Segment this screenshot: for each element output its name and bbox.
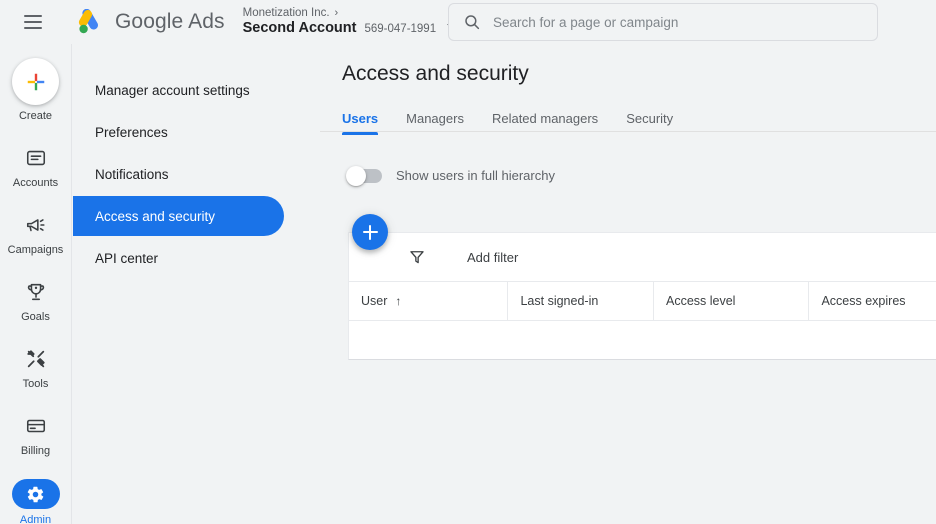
create-label: Create — [19, 110, 52, 122]
toggle-label: Show users in full hierarchy — [396, 168, 555, 183]
accounts-icon — [14, 144, 58, 172]
tab-label: Security — [626, 111, 673, 126]
menu-item-notifications[interactable]: Notifications — [73, 154, 320, 194]
menu-item-access-and-security[interactable]: Access and security — [73, 196, 284, 236]
plus-icon — [25, 71, 47, 93]
navigation-rail: Create Accounts — [0, 44, 72, 524]
sidebar-item-campaigns[interactable]: Campaigns — [0, 211, 72, 256]
account-breadcrumb[interactable]: Monetization Inc. › — [243, 7, 456, 20]
menu-item-label: Notifications — [95, 167, 169, 182]
filter-bar: Add filter — [349, 233, 936, 282]
account-id: 569-047-1991 — [364, 23, 436, 36]
sort-ascending-icon: ↑ — [395, 294, 401, 308]
column-header-label: Last signed-in — [520, 294, 598, 308]
sidebar-item-billing[interactable]: Billing — [0, 412, 72, 457]
sidebar-item-label: Admin — [20, 514, 51, 524]
column-header-user[interactable]: User ↑ — [349, 282, 508, 320]
menu-item-api-center[interactable]: API center — [73, 238, 320, 278]
gear-icon — [12, 479, 60, 509]
column-header-access-expires[interactable]: Access expires — [809, 282, 936, 320]
column-header-access-level[interactable]: Access level — [654, 282, 809, 320]
sidebar-item-label: Billing — [21, 445, 50, 457]
hamburger-menu-icon[interactable] — [24, 10, 48, 34]
table-header-row: User ↑ Last signed-in Access level Acces… — [349, 282, 936, 321]
search-icon — [463, 13, 481, 31]
filter-funnel-icon[interactable] — [408, 248, 426, 266]
sidebar-item-label: Tools — [23, 378, 49, 390]
account-current[interactable]: Second Account 569-047-1991 — [243, 21, 456, 37]
create-button[interactable]: Create — [0, 58, 72, 122]
add-user-button[interactable] — [352, 214, 388, 250]
add-filter-button[interactable]: Add filter — [467, 250, 518, 265]
credit-card-icon — [14, 412, 58, 440]
search-bar[interactable] — [448, 3, 878, 41]
create-circle — [12, 58, 59, 105]
settings-menu: Manager account settings Preferences Not… — [73, 44, 320, 524]
sidebar-item-label: Accounts — [13, 177, 58, 189]
users-table-card: Add filter User ↑ Last signed-in Access … — [348, 232, 936, 360]
sidebar-item-tools[interactable]: Tools — [0, 345, 72, 390]
menu-item-label: Manager account settings — [95, 83, 250, 98]
google-ads-logo-icon — [76, 9, 106, 35]
search-input[interactable] — [493, 15, 863, 30]
tab-label: Managers — [406, 111, 464, 126]
column-header-label: Access expires — [821, 294, 905, 308]
google-ads-app: Google Ads Monetization Inc. › Second Ac… — [0, 0, 936, 524]
menu-item-label: Preferences — [95, 125, 168, 140]
tools-icon — [14, 345, 58, 373]
toggle-switch-track[interactable] — [348, 169, 382, 183]
show-users-hierarchy-toggle[interactable]: Show users in full hierarchy — [348, 168, 555, 183]
breadcrumb-separator-icon: › — [335, 7, 339, 19]
menu-item-manager-account-settings[interactable]: Manager account settings — [73, 70, 320, 110]
column-header-label: User — [361, 294, 387, 308]
tab-bar-divider — [320, 131, 936, 132]
trophy-icon — [14, 278, 58, 306]
sidebar-item-goals[interactable]: Goals — [0, 278, 72, 323]
column-header-label: Access level — [666, 294, 735, 308]
column-header-last-signed-in[interactable]: Last signed-in — [508, 282, 654, 320]
brand-google: Google — [115, 10, 183, 33]
hamburger-line — [24, 15, 42, 17]
megaphone-icon — [14, 211, 58, 239]
tab-label: Users — [342, 111, 378, 126]
sidebar-item-label: Goals — [21, 311, 50, 323]
menu-item-label: Access and security — [95, 209, 215, 224]
table-body — [349, 321, 936, 359]
page-title: Access and security — [342, 62, 936, 86]
brand-product: Ads — [188, 10, 225, 33]
brand-text: Google Ads — [115, 10, 225, 34]
tab-label: Related managers — [492, 111, 598, 126]
account-name: Second Account — [243, 21, 357, 37]
hamburger-line — [24, 27, 42, 29]
sidebar-item-label: Campaigns — [8, 244, 64, 256]
sidebar-item-accounts[interactable]: Accounts — [0, 144, 72, 189]
hamburger-line — [24, 21, 42, 23]
breadcrumb-parent-account[interactable]: Monetization Inc. — [243, 7, 330, 20]
top-bar: Google Ads Monetization Inc. › Second Ac… — [0, 0, 936, 44]
google-ads-logo[interactable]: Google Ads — [76, 9, 225, 35]
menu-item-label: API center — [95, 251, 158, 266]
menu-item-preferences[interactable]: Preferences — [73, 112, 320, 152]
sidebar-item-admin[interactable]: Admin — [0, 479, 72, 524]
account-switcher[interactable]: Monetization Inc. › Second Account 569-0… — [243, 7, 456, 38]
toggle-switch-knob — [346, 166, 366, 186]
